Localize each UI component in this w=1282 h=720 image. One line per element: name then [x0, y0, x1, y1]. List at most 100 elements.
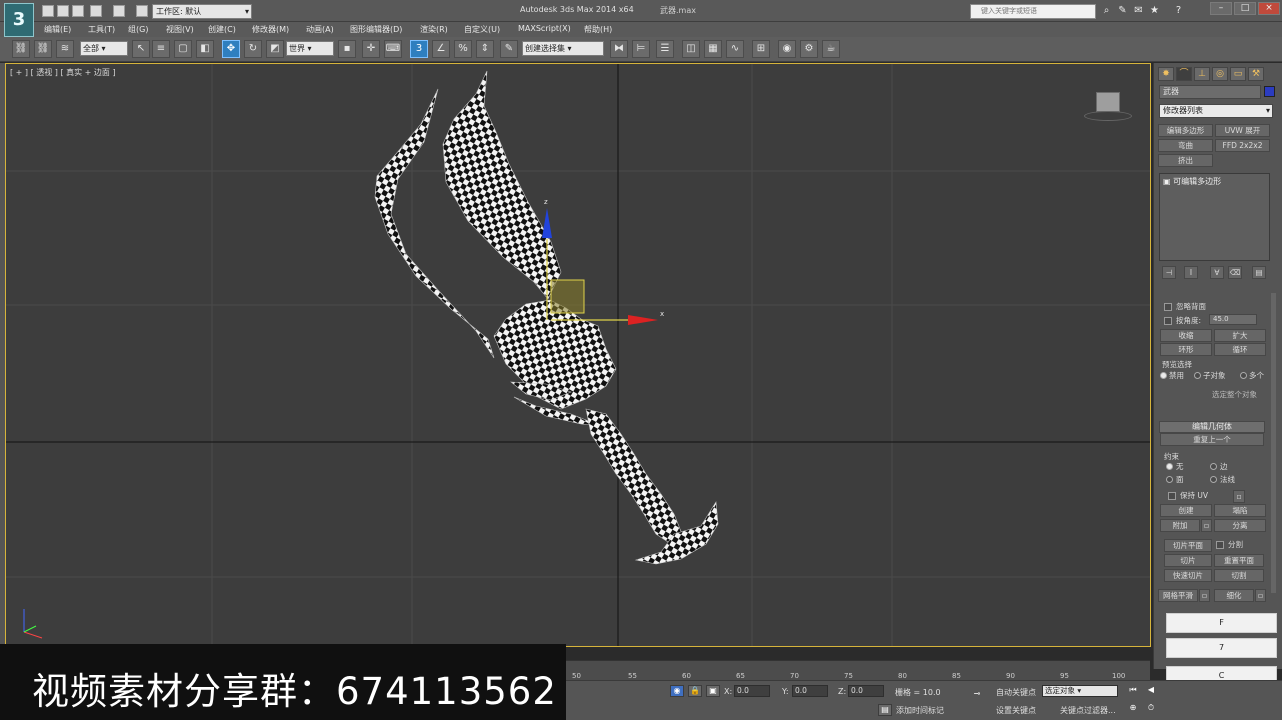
menu-views[interactable]: 视图(V)	[166, 24, 194, 35]
edit-poly-button[interactable]: 编辑多边形	[1158, 124, 1213, 137]
time-tag-icon[interactable]: ▤	[878, 704, 892, 716]
menu-animation[interactable]: 动画(A)	[306, 24, 334, 35]
quickslice-button[interactable]: 快速切片	[1164, 569, 1212, 582]
app-logo-icon[interactable]: 3	[4, 3, 34, 37]
menu-graph-editors[interactable]: 图形编辑器(D)	[350, 24, 402, 35]
set-key-button[interactable]: 设置关键点	[996, 705, 1036, 716]
slice-button[interactable]: 切片	[1164, 554, 1212, 567]
transform-gizmo[interactable]: x z	[542, 198, 664, 325]
gizmo-z-arrow[interactable]	[542, 208, 552, 238]
undo-icon[interactable]	[90, 5, 102, 17]
by-angle-checkbox[interactable]	[1164, 317, 1172, 325]
create-tab-icon[interactable]: ✸	[1158, 67, 1174, 81]
link-icon[interactable]: ⛓	[12, 40, 30, 58]
tessellate-settings-button[interactable]: ▫	[1255, 589, 1266, 602]
pivot-center-icon[interactable]: ▪	[338, 40, 356, 58]
reset-plane-button[interactable]: 重置平面	[1214, 554, 1264, 567]
minimize-button[interactable]: –	[1210, 2, 1232, 15]
subscription-icon[interactable]: ✎	[1116, 5, 1129, 17]
menu-edit[interactable]: 编辑(E)	[44, 24, 71, 35]
configure-modifier-sets-icon[interactable]: ▤	[1252, 266, 1266, 279]
project-folder-icon[interactable]	[136, 5, 148, 17]
edit-named-selection-icon[interactable]: ✎	[500, 40, 518, 58]
z-coord-field[interactable]: 0.0	[848, 685, 884, 697]
select-move-icon[interactable]: ✥	[222, 40, 240, 58]
slice-plane-button[interactable]: 切片平面	[1164, 539, 1212, 552]
ring-button[interactable]: 环形	[1160, 343, 1212, 356]
communication-icon[interactable]: ✉	[1132, 5, 1145, 17]
meshsmooth-button[interactable]: 网格平滑	[1158, 589, 1198, 602]
tessellate-button[interactable]: 细化	[1214, 589, 1254, 602]
menu-modifiers[interactable]: 修改器(M)	[252, 24, 289, 35]
preserve-uvs-settings-button[interactable]: ▫	[1233, 490, 1245, 503]
mirror-icon[interactable]: ⧓	[610, 40, 628, 58]
select-rotate-icon[interactable]: ↻	[244, 40, 262, 58]
material-editor-icon[interactable]: ◉	[778, 40, 796, 58]
x-coord-field[interactable]: 0.0	[734, 685, 770, 697]
select-scale-icon[interactable]: ◩	[266, 40, 284, 58]
pin-stack-icon[interactable]: ⊣	[1162, 266, 1176, 279]
snaps-toggle-icon[interactable]: 3	[410, 40, 428, 58]
utilities-tab-icon[interactable]: ⚒	[1248, 67, 1264, 81]
workspace-dropdown[interactable]: 工作区: 默认 ▾	[152, 4, 252, 19]
modifier-list-dropdown[interactable]: 修改器列表 ▾	[1159, 104, 1273, 118]
add-time-tag-button[interactable]: 添加时间标记	[896, 705, 944, 716]
unlink-icon[interactable]: ⛓	[34, 40, 52, 58]
open-file-icon[interactable]	[57, 5, 69, 17]
angle-value-field[interactable]: 45.0	[1209, 314, 1257, 325]
constraint-none-radio[interactable]	[1166, 463, 1173, 470]
timeline-track[interactable]: 50 55 60 65 70 75 80 85 90 95 100	[560, 660, 1150, 680]
isolate-selection-icon[interactable]: ◉	[670, 685, 684, 697]
create-button[interactable]: 创建	[1160, 504, 1212, 517]
gizmo-x-arrow[interactable]	[628, 315, 658, 325]
uvw-unwrap-button[interactable]: UVW 展开	[1215, 124, 1270, 137]
remove-modifier-icon[interactable]: ⌫	[1228, 266, 1242, 279]
render-frame-icon[interactable]: ☕	[822, 40, 840, 58]
preview-multi-radio[interactable]	[1240, 372, 1247, 379]
shrink-button[interactable]: 收缩	[1160, 329, 1212, 342]
split-checkbox[interactable]	[1216, 541, 1224, 549]
collapse-button[interactable]: 塌陷	[1214, 504, 1266, 517]
layer-manager-icon[interactable]: ◫	[682, 40, 700, 58]
maximize-button[interactable]: □	[1234, 2, 1256, 15]
make-unique-icon[interactable]: ∀	[1210, 266, 1224, 279]
detach-button[interactable]: 分离	[1214, 519, 1266, 532]
keyboard-shortcut-toggle-icon[interactable]: ⌨	[384, 40, 402, 58]
select-by-name-icon[interactable]: ≡	[152, 40, 170, 58]
toggle-scene-explorer-icon[interactable]: ☰	[656, 40, 674, 58]
menu-group[interactable]: 组(G)	[128, 24, 148, 35]
constraint-face-radio[interactable]	[1166, 476, 1173, 483]
render-setup-icon[interactable]: ⚙	[800, 40, 818, 58]
select-object-icon[interactable]: ↖	[132, 40, 150, 58]
time-config-icon[interactable]: ⏱	[1144, 703, 1158, 715]
selected-dropdown[interactable]: 选定对象 ▾	[1042, 685, 1118, 697]
redo-icon[interactable]	[113, 5, 125, 17]
favorites-star-icon[interactable]: ★	[1148, 5, 1161, 17]
viewcube[interactable]	[1096, 92, 1120, 112]
preview-off-radio[interactable]	[1160, 372, 1167, 379]
perspective-viewport[interactable]: [ + ] [ 透视 ] [ 真实 + 边面 ] x z	[5, 63, 1151, 647]
loop-button[interactable]: 循环	[1214, 343, 1266, 356]
preserve-uvs-checkbox[interactable]	[1168, 492, 1176, 500]
constraint-normal-radio[interactable]	[1210, 476, 1217, 483]
show-end-result-icon[interactable]: I	[1184, 266, 1198, 279]
window-crossing-icon[interactable]: ◧	[196, 40, 214, 58]
y-coord-field[interactable]: 0.0	[792, 685, 828, 697]
modify-tab-icon[interactable]: ⌒	[1176, 67, 1192, 81]
schematic-view-icon[interactable]: ⊞	[752, 40, 770, 58]
meshsmooth-settings-button[interactable]: ▫	[1199, 589, 1210, 602]
close-button[interactable]: ×	[1258, 2, 1280, 15]
search-icon[interactable]: ⌕	[1100, 5, 1113, 17]
menu-help[interactable]: 帮助(H)	[584, 24, 612, 35]
go-to-start-icon[interactable]: ⏮	[1126, 685, 1140, 697]
menu-tools[interactable]: 工具(T)	[88, 24, 115, 35]
menu-rendering[interactable]: 渲染(R)	[420, 24, 448, 35]
bend-button[interactable]: 弯曲	[1158, 139, 1213, 152]
angle-snap-icon[interactable]: ∠	[432, 40, 450, 58]
named-selection-dropdown[interactable]: 创建选择集 ▾	[522, 41, 604, 56]
auto-key-button[interactable]: 自动关键点	[996, 687, 1036, 698]
display-tab-icon[interactable]: ▭	[1230, 67, 1246, 81]
viewcube-compass[interactable]	[1084, 111, 1132, 121]
absolute-mode-icon[interactable]: ▣	[706, 685, 720, 697]
ignore-backfacing-checkbox[interactable]	[1164, 303, 1172, 311]
